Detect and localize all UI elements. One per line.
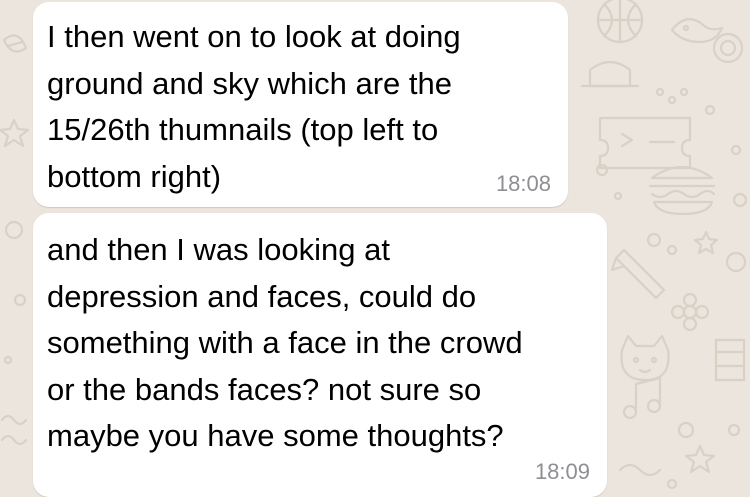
message-bubble[interactable]: I then went on to look at doing ground a…: [33, 2, 568, 207]
message-timestamp: 18:09: [534, 459, 590, 484]
message-bubble[interactable]: and then I was looking at depression and…: [33, 213, 607, 497]
chat-area: I then went on to look at doing ground a…: [0, 0, 750, 497]
message-timestamp: 18:08: [495, 171, 551, 196]
message-text: I then went on to look at doing ground a…: [47, 19, 461, 194]
message-text: and then I was looking at depression and…: [47, 232, 523, 453]
